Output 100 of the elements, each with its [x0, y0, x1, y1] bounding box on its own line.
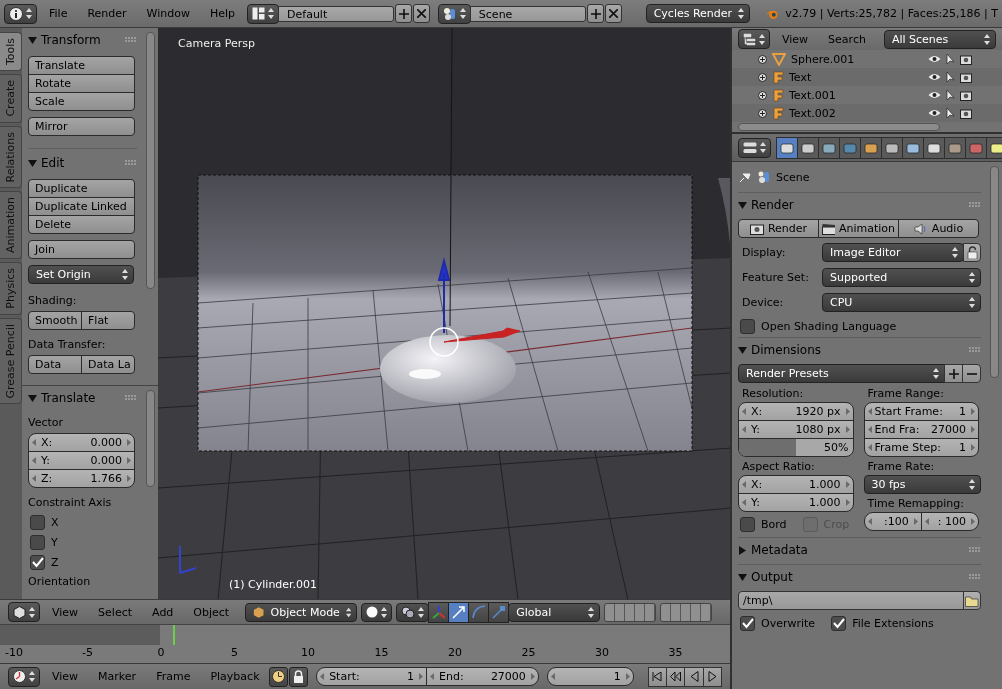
menu-item[interactable]: Frame	[148, 670, 199, 683]
number-field[interactable]: Y: 0.000	[28, 451, 135, 470]
pivot-dropdown[interactable]	[396, 602, 430, 622]
editor-type-button[interactable]	[8, 602, 40, 622]
menu-item[interactable]: Search	[820, 32, 874, 46]
eye-icon[interactable]	[928, 55, 941, 63]
tool-button[interactable]: Data	[28, 355, 82, 374]
tool-button[interactable]: Flat	[81, 311, 135, 330]
render-presets-dropdown[interactable]: Render Presets	[738, 364, 945, 383]
menu-item[interactable]: Playback	[202, 670, 268, 683]
add-button[interactable]	[587, 4, 604, 23]
tool-button[interactable]: Delete	[28, 215, 135, 234]
mode-dropdown[interactable]: Object Mode	[245, 602, 358, 622]
editor-type-button[interactable]	[4, 3, 37, 24]
panel-title[interactable]: Transform	[41, 33, 121, 47]
checkbox[interactable]	[740, 616, 755, 631]
rotate-toggle[interactable]	[468, 601, 490, 623]
tool-button[interactable]: Data La	[81, 355, 135, 374]
close-button[interactable]	[413, 4, 430, 23]
pin-icon[interactable]	[738, 170, 752, 184]
tool-button[interactable]: Rotate	[28, 74, 135, 93]
number-field[interactable]: Start Frame: 1	[863, 402, 979, 421]
checkbox[interactable]	[30, 555, 45, 570]
increment-arrow-icon[interactable]	[624, 672, 630, 680]
number-field[interactable]: X: 1.000	[738, 475, 854, 494]
decrement-arrow-icon[interactable]	[867, 518, 873, 525]
scrollbar[interactable]	[146, 390, 155, 487]
play-reverse-button[interactable]	[684, 666, 704, 687]
drag-handle-icon[interactable]	[125, 160, 137, 166]
number-field[interactable]: : 100	[920, 512, 979, 531]
layer-buttons[interactable]	[604, 602, 657, 622]
drag-handle-icon[interactable]	[125, 395, 137, 401]
decrement-arrow-icon[interactable]	[742, 426, 747, 433]
orientation-dropdown[interactable]: Global	[508, 602, 601, 622]
render-action-button[interactable]: Render	[738, 219, 819, 238]
jump-start-button[interactable]	[647, 666, 668, 687]
editor-type-button[interactable]	[738, 29, 770, 49]
tool-button[interactable]: Scale	[28, 92, 135, 111]
frame-rate-dropdown[interactable]: 30 fps	[863, 475, 981, 494]
panel-title[interactable]: Dimensions	[751, 343, 965, 357]
layer-buttons[interactable]	[660, 602, 713, 622]
number-field[interactable]: Y: 1.000	[738, 493, 854, 512]
rewind-button[interactable]	[666, 666, 686, 687]
percentage-slider[interactable]: 50%	[738, 438, 854, 457]
checkbox[interactable]	[831, 616, 847, 631]
end-frame-field[interactable]: End: 27000	[426, 666, 539, 686]
render-action-button[interactable]: Animation	[818, 219, 899, 238]
translate-toggle[interactable]	[448, 601, 470, 623]
increment-arrow-icon[interactable]	[529, 672, 535, 680]
menu-item[interactable]: Help	[201, 7, 244, 20]
decrement-arrow-icon[interactable]	[742, 499, 747, 506]
decrement-arrow-icon[interactable]	[742, 481, 747, 488]
increment-arrow-icon[interactable]	[970, 444, 975, 451]
lock-button[interactable]	[963, 243, 981, 262]
outliner-row[interactable]: Text.002	[732, 104, 1002, 122]
menu-item[interactable]: View	[774, 32, 817, 46]
menu-item[interactable]: Add	[144, 605, 182, 619]
increment-arrow-icon[interactable]	[844, 408, 850, 415]
drag-handle-icon[interactable]	[969, 574, 981, 580]
number-field[interactable]: Y: 1080 px	[738, 420, 854, 439]
screen-layout-field[interactable]: Default	[278, 5, 395, 22]
panel-title[interactable]: Metadata	[751, 543, 965, 557]
expanded-arrow-icon[interactable]	[28, 393, 37, 403]
drag-handle-icon[interactable]	[969, 547, 981, 553]
menu-item[interactable]: File	[41, 7, 76, 20]
cursor-icon[interactable]	[946, 89, 955, 101]
number-field[interactable]: Z: 1.766	[28, 469, 135, 488]
collapsed-arrow-icon[interactable]	[738, 545, 747, 555]
decrement-arrow-icon[interactable]	[32, 457, 37, 464]
checkbox[interactable]	[740, 517, 755, 532]
menu-item[interactable]: Marker	[90, 670, 145, 683]
increment-arrow-icon[interactable]	[126, 457, 131, 464]
menu-item[interactable]: View	[44, 670, 87, 683]
menu-item[interactable]: View	[44, 605, 87, 619]
expanded-arrow-icon[interactable]	[28, 35, 37, 45]
panel-title[interactable]: Render	[751, 198, 965, 212]
cursor-icon[interactable]	[946, 107, 955, 119]
cursor-icon[interactable]	[946, 53, 955, 65]
scene-field[interactable]: Scene	[469, 5, 587, 22]
expand-icon[interactable]	[758, 108, 767, 118]
current-frame-field[interactable]: 1	[546, 666, 634, 686]
expand-icon[interactable]	[758, 90, 767, 100]
expanded-arrow-icon[interactable]	[738, 572, 747, 582]
increment-arrow-icon[interactable]	[844, 426, 850, 433]
increment-arrow-icon[interactable]	[912, 518, 918, 525]
decrement-arrow-icon[interactable]	[867, 426, 873, 433]
dropdown[interactable]: CPU	[822, 293, 981, 312]
output-path-field[interactable]: /tmp\	[738, 591, 964, 610]
decrement-arrow-icon[interactable]	[867, 444, 873, 451]
tool-button[interactable]: Join	[28, 240, 135, 259]
play-button[interactable]	[702, 666, 722, 687]
dropdown[interactable]: Supported	[822, 268, 981, 287]
scrollbar[interactable]	[990, 166, 999, 378]
eye-icon[interactable]	[928, 91, 941, 99]
menu-item[interactable]: Select	[90, 605, 141, 619]
checkbox[interactable]	[30, 515, 45, 530]
decrement-arrow-icon[interactable]	[320, 672, 326, 680]
decrement-arrow-icon[interactable]	[742, 408, 747, 415]
increment-arrow-icon[interactable]	[970, 518, 975, 525]
scene-selector-button[interactable]	[437, 3, 471, 24]
